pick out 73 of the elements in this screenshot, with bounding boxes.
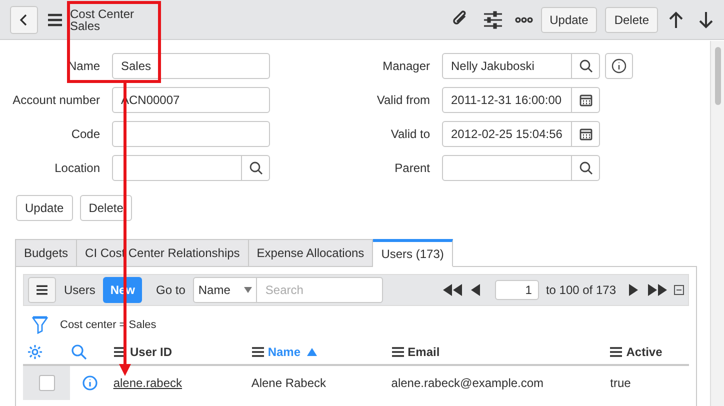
- info-icon[interactable]: [82, 375, 98, 391]
- input-field[interactable]: Nelly Jakuboski: [442, 53, 572, 79]
- info-button[interactable]: [605, 53, 633, 79]
- menu-icon: [35, 283, 49, 297]
- input-field[interactable]: Sales: [112, 53, 270, 79]
- calendar-button[interactable]: [572, 87, 600, 113]
- tab[interactable]: Expense Allocations: [248, 239, 374, 267]
- search-button[interactable]: [572, 155, 600, 181]
- input-field[interactable]: 2011-12-31 16:00:00: [442, 87, 572, 113]
- arrow-up-icon[interactable]: [668, 10, 684, 28]
- menu-icon: [252, 347, 264, 357]
- field-label: Location: [54, 160, 101, 177]
- table-cell-text: true: [610, 375, 632, 392]
- collapse-icon[interactable]: [674, 285, 684, 295]
- field-label: Valid to: [390, 126, 431, 143]
- page-range: to 100 of 173: [546, 282, 616, 299]
- sort-ascending-icon: [306, 348, 317, 356]
- record-name: Sales: [70, 20, 102, 32]
- info-icon: [611, 58, 627, 74]
- search-icon[interactable]: [71, 344, 87, 360]
- search-button[interactable]: [242, 155, 270, 181]
- field-label: Code: [70, 126, 101, 143]
- calendar-icon: [578, 127, 592, 141]
- column-header[interactable]: User ID: [114, 343, 252, 361]
- arrow-down-icon[interactable]: [698, 10, 714, 28]
- field-dropdown[interactable]: Name: [193, 277, 258, 303]
- search-field[interactable]: Search: [257, 277, 384, 303]
- calendar-icon: [578, 93, 592, 107]
- search-button[interactable]: [572, 53, 600, 79]
- page-field[interactable]: 1: [494, 280, 539, 300]
- filter-icon[interactable]: [32, 316, 48, 334]
- field-label: Valid from: [376, 92, 431, 109]
- sliders-icon[interactable]: [482, 10, 503, 28]
- first-page-icon[interactable]: [442, 284, 463, 296]
- gear-icon[interactable]: [27, 344, 43, 360]
- column-header[interactable]: Active: [610, 343, 689, 361]
- header-button[interactable]: Delete: [605, 6, 658, 32]
- input-field[interactable]: 2012-02-25 15:04:56: [442, 121, 572, 147]
- header-button[interactable]: Update: [540, 6, 598, 32]
- column-header[interactable]: Email: [392, 343, 610, 361]
- previous-page-icon[interactable]: [470, 284, 481, 296]
- list-title: Users: [64, 282, 96, 299]
- more-options-icon[interactable]: [514, 16, 533, 22]
- field-label: Parent: [394, 160, 431, 177]
- calendar-button[interactable]: [572, 121, 600, 147]
- table-cell-text: Alene Rabeck: [251, 375, 328, 392]
- chevron-left-icon: [19, 12, 29, 26]
- scrollbar[interactable]: [710, 41, 724, 406]
- input-field[interactable]: [112, 121, 270, 147]
- form-button[interactable]: Delete: [80, 195, 132, 221]
- menu-icon: [114, 347, 126, 357]
- goto-label: Go to: [156, 282, 186, 299]
- tab[interactable]: Budgets: [15, 239, 78, 267]
- last-page-icon[interactable]: [648, 284, 668, 296]
- field-label: Account number: [12, 92, 101, 109]
- record-link[interactable]: alene.rabeck: [113, 374, 252, 392]
- search-icon: [578, 59, 592, 73]
- caret-down-icon: [244, 287, 252, 293]
- search-icon: [248, 161, 262, 175]
- checkbox[interactable]: [38, 375, 55, 391]
- record-type: Cost Center: [70, 8, 134, 20]
- next-page-icon[interactable]: [628, 284, 638, 296]
- table-cell-text: alene.rabeck@example.com: [391, 375, 545, 392]
- input-field[interactable]: [112, 155, 242, 181]
- back-button[interactable]: [10, 6, 38, 34]
- tab[interactable]: Users (173): [373, 239, 453, 267]
- menu-icon: [392, 347, 404, 357]
- field-label: Manager: [382, 58, 431, 75]
- input-field[interactable]: [442, 155, 572, 181]
- list-menu-button[interactable]: [28, 277, 56, 303]
- form-button[interactable]: Update: [16, 195, 73, 221]
- search-icon: [578, 161, 592, 175]
- menu-icon: [610, 347, 622, 357]
